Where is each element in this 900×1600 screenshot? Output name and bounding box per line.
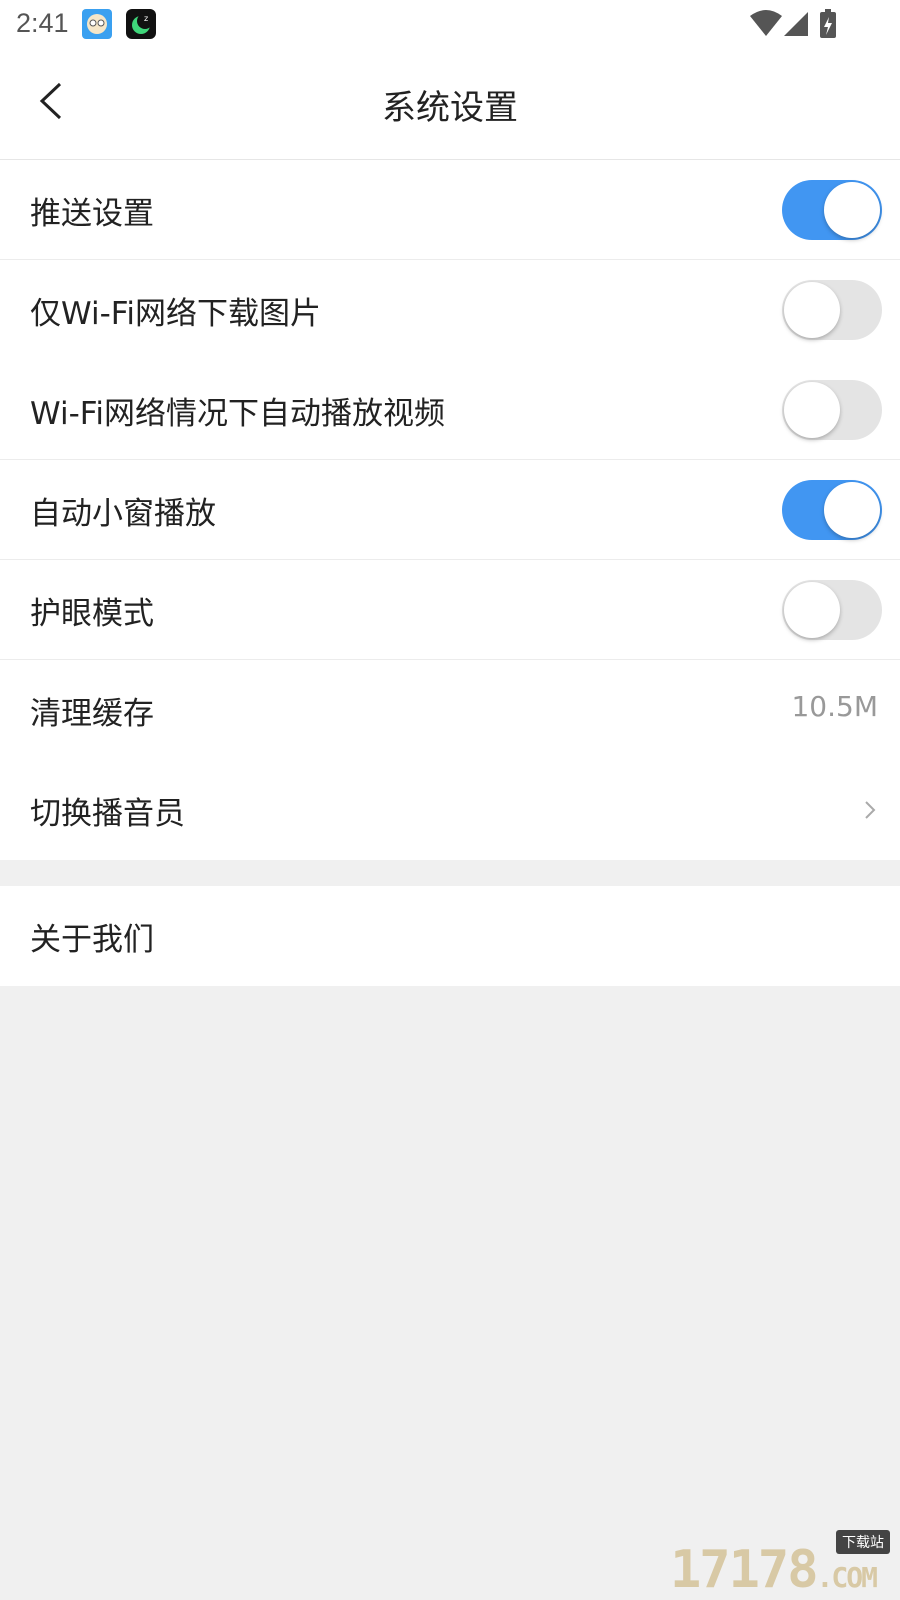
auto-mini-window-row[interactable]: 自动小窗播放 bbox=[0, 460, 900, 560]
settings-list: 推送设置 仅Wi-Fi网络下载图片 Wi-Fi网络情况下自动播放视频 自动小窗播… bbox=[0, 160, 900, 860]
section-divider bbox=[0, 866, 900, 886]
svg-text:z: z bbox=[144, 14, 148, 23]
wifi-only-images-row[interactable]: 仅Wi-Fi网络下载图片 bbox=[0, 260, 900, 360]
title-bar: 系统设置 bbox=[0, 48, 900, 160]
row-label: Wi-Fi网络情况下自动播放视频 bbox=[30, 396, 445, 432]
push-settings-toggle[interactable] bbox=[782, 180, 882, 240]
eye-protection-row[interactable]: 护眼模式 bbox=[0, 560, 900, 660]
row-label: 护眼模式 bbox=[30, 596, 154, 632]
row-label: 推送设置 bbox=[30, 196, 154, 232]
wifi-autoplay-video-row[interactable]: Wi-Fi网络情况下自动播放视频 bbox=[0, 360, 900, 460]
notification-app-icon bbox=[82, 9, 112, 39]
status-time: 2:41 bbox=[16, 8, 69, 38]
watermark-number: 17178 bbox=[670, 1540, 819, 1600]
cache-size-value: 10.5M bbox=[791, 690, 878, 723]
sleep-app-icon: z bbox=[126, 9, 156, 39]
row-label: 关于我们 bbox=[30, 922, 154, 958]
signal-icon bbox=[784, 12, 808, 36]
toggle-knob bbox=[784, 382, 840, 438]
status-bar: 2:41 z bbox=[0, 0, 900, 48]
chevron-right-icon bbox=[865, 801, 876, 819]
auto-mini-window-toggle[interactable] bbox=[782, 480, 882, 540]
eye-protection-toggle[interactable] bbox=[782, 580, 882, 640]
wifi-icon bbox=[750, 10, 782, 36]
toggle-knob bbox=[784, 582, 840, 638]
row-label: 自动小窗播放 bbox=[30, 496, 216, 532]
row-label: 切换播音员 bbox=[30, 796, 185, 832]
about-us-row[interactable]: 关于我们 bbox=[0, 886, 900, 986]
row-label: 清理缓存 bbox=[30, 696, 154, 732]
watermark-logo: 17178.COM 下载站 bbox=[670, 1530, 900, 1600]
wifi-only-images-toggle[interactable] bbox=[782, 280, 882, 340]
toggle-knob bbox=[784, 282, 840, 338]
toggle-knob bbox=[824, 182, 880, 238]
watermark-badge: 下载站 bbox=[836, 1530, 890, 1554]
wifi-autoplay-video-toggle[interactable] bbox=[782, 380, 882, 440]
watermark-suffix: .COM bbox=[816, 1561, 878, 1594]
clear-cache-row[interactable]: 清理缓存 10.5M bbox=[0, 660, 900, 760]
page-title: 系统设置 bbox=[382, 88, 518, 128]
push-settings-row[interactable]: 推送设置 bbox=[0, 160, 900, 260]
row-label: 仅Wi-Fi网络下载图片 bbox=[30, 296, 321, 332]
battery-icon bbox=[820, 9, 836, 38]
system-status-icons bbox=[750, 8, 860, 40]
switch-announcer-row[interactable]: 切换播音员 bbox=[0, 760, 900, 860]
toggle-knob bbox=[824, 482, 880, 538]
